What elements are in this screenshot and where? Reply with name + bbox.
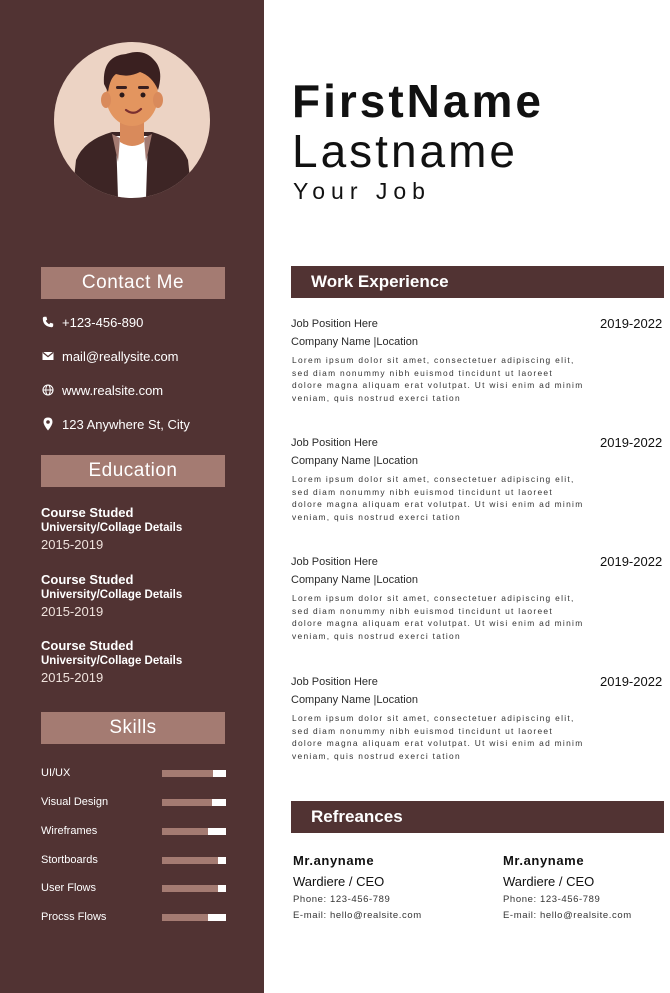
reference-email: E-mail: hello@realsite.com <box>503 910 632 921</box>
contact-website-text: www.realsite.com <box>62 382 164 398</box>
globe-icon <box>41 383 55 397</box>
work-company: Company Name |Location <box>291 336 418 348</box>
avatar-illustration <box>72 52 192 198</box>
contact-email: mail@reallysite.com <box>41 346 251 366</box>
work-dates: 2019-2022 <box>600 674 663 689</box>
reference-title: Wardiere / CEO <box>293 874 385 889</box>
map-pin-icon <box>41 417 55 431</box>
skill-bar-fill <box>162 828 209 835</box>
reference-email: E-mail: hello@realsite.com <box>293 910 422 921</box>
first-name: FirstName <box>292 75 544 127</box>
skill-bar <box>162 914 226 921</box>
envelope-icon <box>41 349 55 363</box>
reference-phone: Phone: 123-456-789 <box>293 894 391 905</box>
references-heading: Refreances <box>291 801 664 833</box>
work-position: Job Position Here <box>291 318 378 330</box>
skill-bar <box>162 857 226 864</box>
work-company: Company Name |Location <box>291 455 418 467</box>
job-title: Your Job <box>293 178 431 204</box>
skills-heading: Skills <box>41 712 225 744</box>
skill-name: Visual Design <box>41 796 109 808</box>
work-description: Lorem ipsum dolor sit amet, consectetuer… <box>292 355 584 403</box>
contact-website: www.realsite.com <box>41 380 251 400</box>
work-description: Lorem ipsum dolor sit amet, consectetuer… <box>292 713 584 761</box>
skill-bar <box>162 828 226 835</box>
work-position: Job Position Here <box>291 556 378 568</box>
work-company: Company Name |Location <box>291 574 418 586</box>
contact-phone-text: +123-456-890 <box>62 314 144 330</box>
work-position: Job Position Here <box>291 676 378 688</box>
work-experience-heading: Work Experience <box>291 266 664 298</box>
skill-bar-fill <box>162 799 212 806</box>
reference-phone: Phone: 123-456-789 <box>503 894 601 905</box>
skill-row: Wireframes <box>41 823 226 839</box>
skill-bar <box>162 799 226 806</box>
skill-name: UI/UX <box>41 767 71 779</box>
education-item: Course Studed University/Collage Details… <box>41 638 251 686</box>
skill-name: User Flows <box>41 882 97 894</box>
work-description: Lorem ipsum dolor sit amet, consectetuer… <box>292 474 584 522</box>
skill-bar-fill <box>162 857 219 864</box>
skill-bar <box>162 770 226 777</box>
education-years: 2015-2019 <box>41 537 104 552</box>
education-course: Course Studed <box>41 572 134 587</box>
skill-name: Procss Flows <box>41 911 107 923</box>
education-years: 2015-2019 <box>41 670 104 685</box>
contact-heading: Contact Me <box>41 267 225 299</box>
skill-row: UI/UX <box>41 765 226 781</box>
skill-name: Wireframes <box>41 825 98 837</box>
reference-title: Wardiere / CEO <box>503 874 595 889</box>
work-dates: 2019-2022 <box>600 435 663 450</box>
education-course: Course Studed <box>41 505 134 520</box>
education-item: Course Studed University/Collage Details… <box>41 505 251 553</box>
phone-icon <box>41 315 55 329</box>
education-university: University/Collage Details <box>41 522 183 534</box>
contact-address-text: 123 Anywhere St, City <box>62 416 190 432</box>
work-description: Lorem ipsum dolor sit amet, consectetuer… <box>292 593 584 641</box>
last-name: Lastname <box>292 125 519 177</box>
contact-address: 123 Anywhere St, City <box>41 414 251 434</box>
education-years: 2015-2019 <box>41 604 104 619</box>
education-course: Course Studed <box>41 638 134 653</box>
education-heading: Education <box>41 455 225 487</box>
reference-item: Mr.anyname Wardiere / CEO Phone: 123-456… <box>503 852 670 924</box>
skill-name: Stortboards <box>41 854 98 866</box>
skill-bar <box>162 885 226 892</box>
sidebar: Contact Me +123-456-890 mail@reallysite.… <box>0 0 264 993</box>
skill-bar-fill <box>162 914 209 921</box>
reference-name: Mr.anyname <box>293 853 375 868</box>
skill-row: Stortboards <box>41 852 226 868</box>
skill-row: Procss Flows <box>41 909 226 925</box>
education-item: Course Studed University/Collage Details… <box>41 572 251 620</box>
contact-email-text: mail@reallysite.com <box>62 348 179 364</box>
skill-row: Visual Design <box>41 794 226 810</box>
reference-name: Mr.anyname <box>503 853 585 868</box>
education-university: University/Collage Details <box>41 655 183 667</box>
skill-bar-fill <box>162 885 219 892</box>
skill-bar-fill <box>162 770 214 777</box>
reference-item: Mr.anyname Wardiere / CEO Phone: 123-456… <box>293 852 473 924</box>
contact-phone: +123-456-890 <box>41 312 251 332</box>
work-dates: 2019-2022 <box>600 554 663 569</box>
avatar <box>54 42 210 198</box>
work-position: Job Position Here <box>291 437 378 449</box>
work-dates: 2019-2022 <box>600 316 663 331</box>
skill-row: User Flows <box>41 880 226 896</box>
education-university: University/Collage Details <box>41 589 183 601</box>
work-company: Company Name |Location <box>291 694 418 706</box>
